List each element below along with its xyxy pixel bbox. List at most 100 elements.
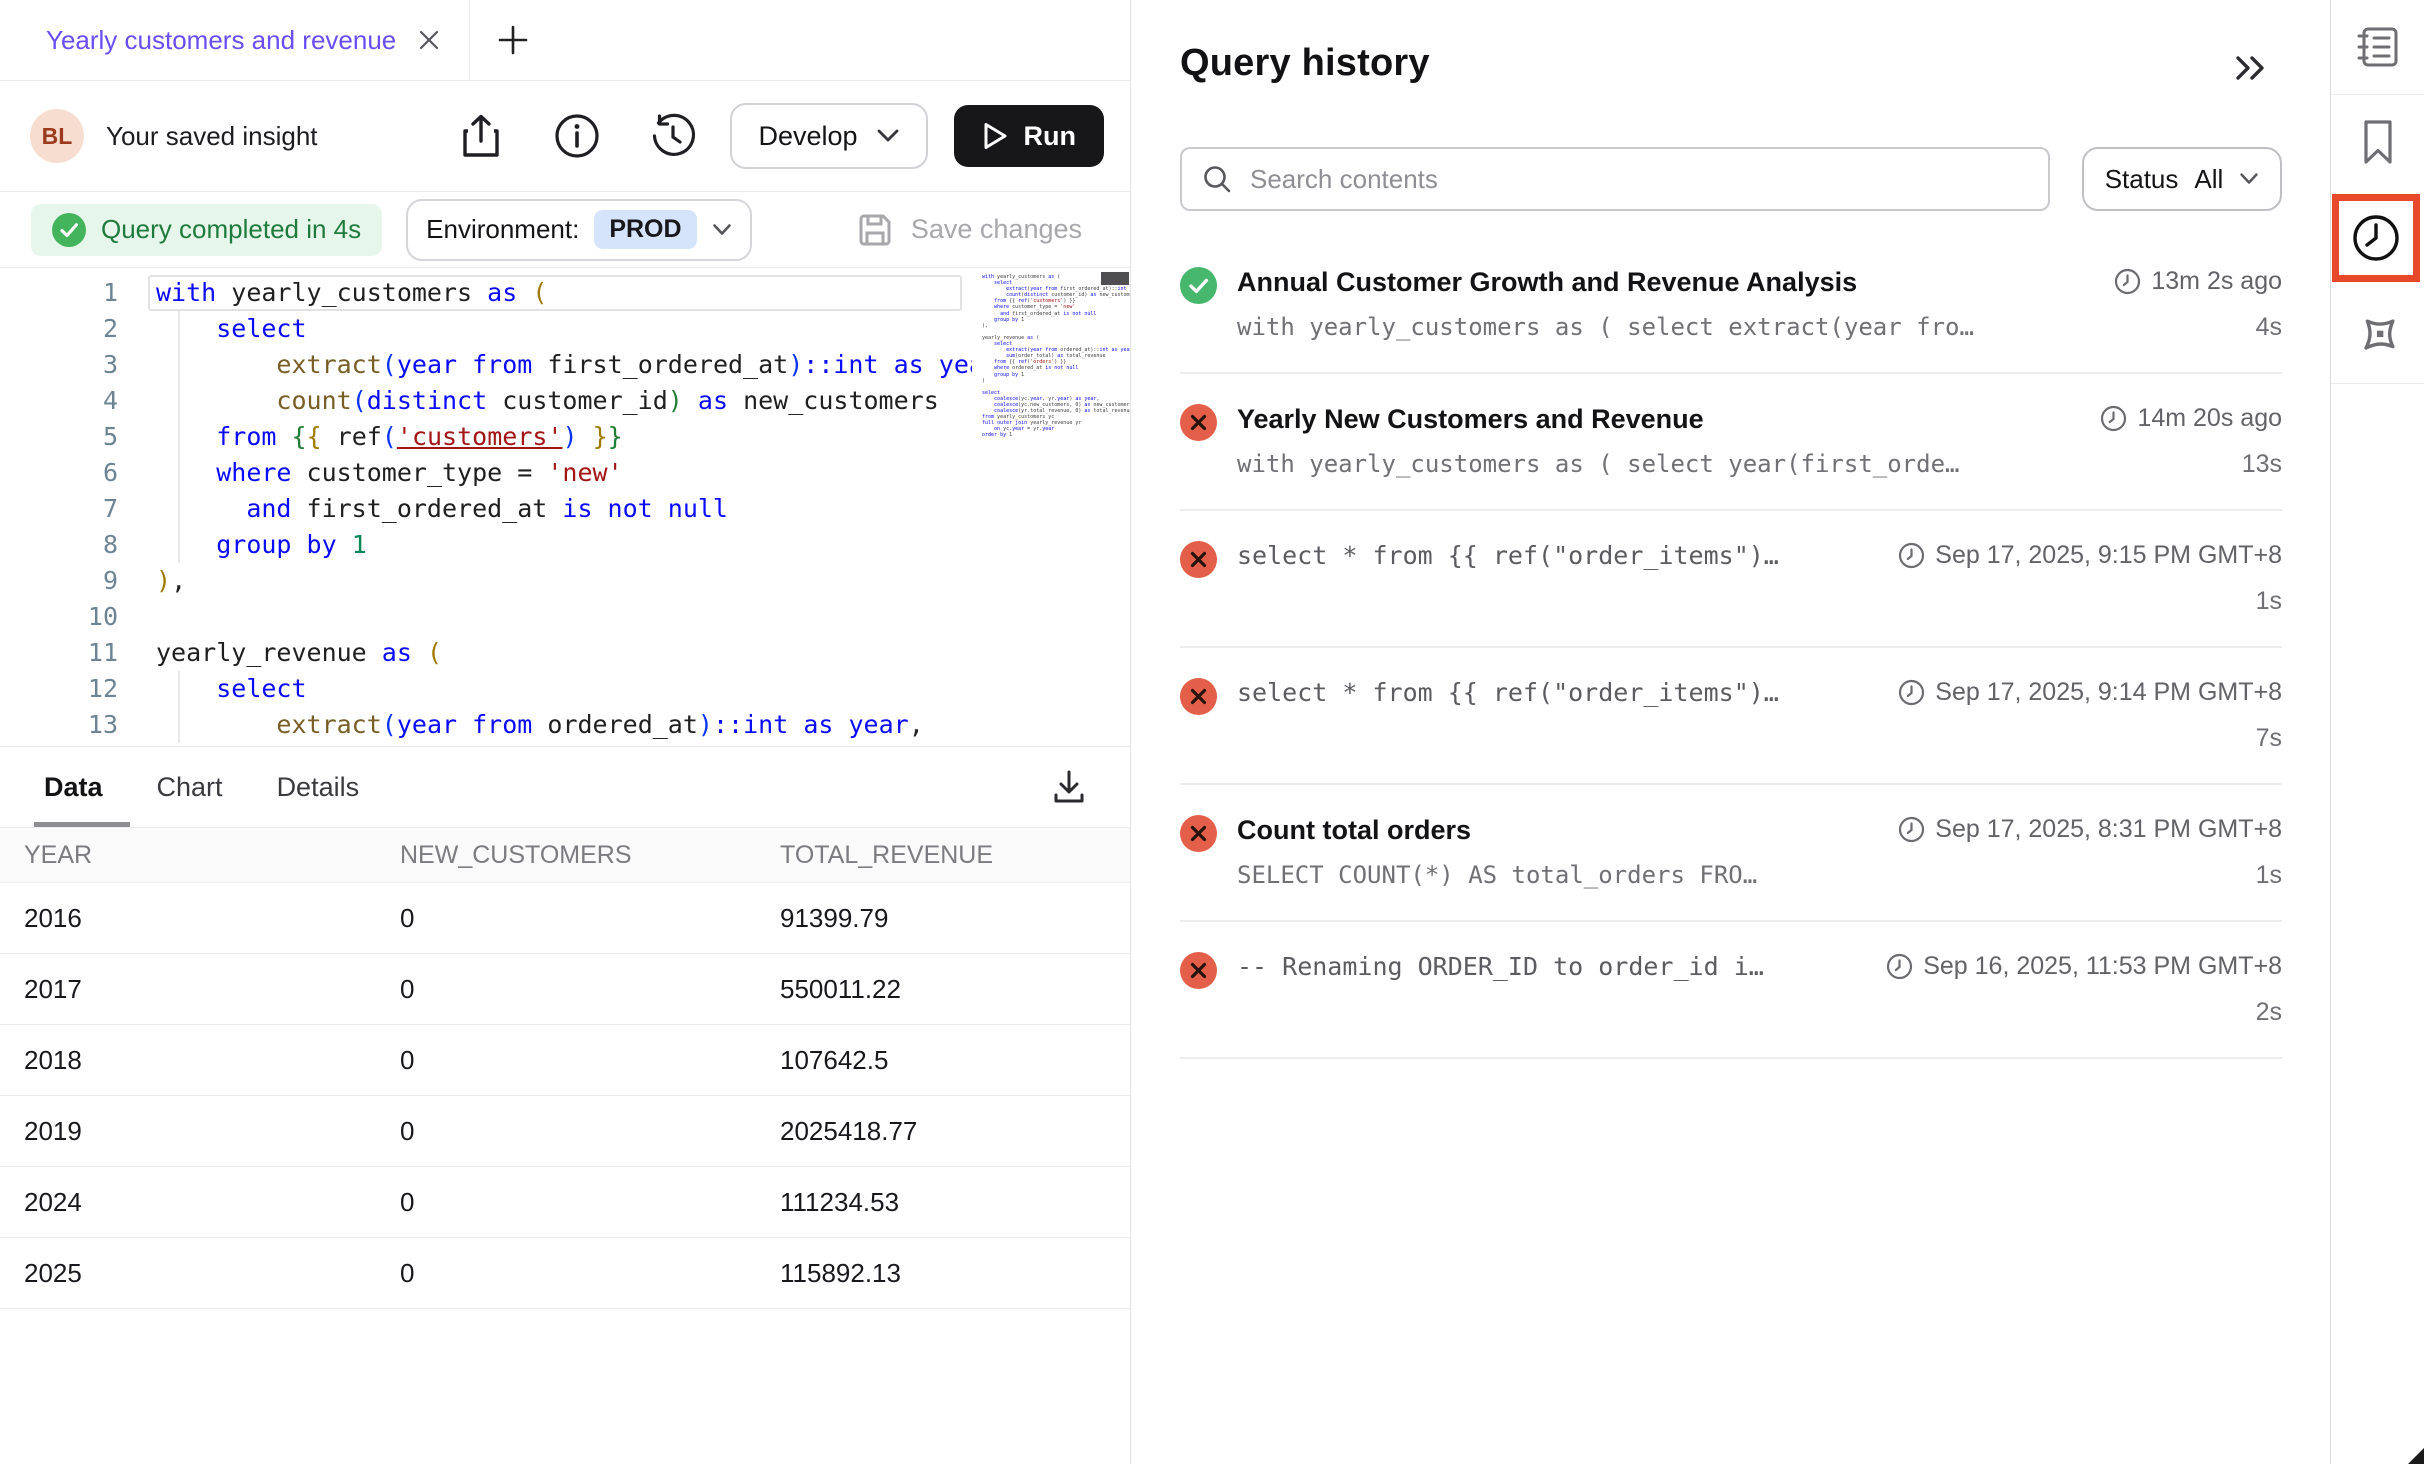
column-header: YEAR [24,841,400,870]
version-history-icon[interactable] [650,113,696,159]
code-line: 12 select [0,671,1130,707]
save-changes-label: Save changes [911,214,1082,245]
table-cell: 0 [400,1045,780,1076]
table-cell: 2019 [24,1116,400,1147]
history-item-duration: 13s [2242,449,2282,479]
develop-button[interactable]: Develop [730,103,927,169]
line-number: 4 [0,383,118,419]
history-item-sql-preview: with yearly_customers as ( select year(f… [1237,449,2080,479]
chevron-down-icon [876,128,900,144]
query-history-title: Query history [1180,42,1430,85]
clock-icon [2114,268,2141,295]
table-cell: 0 [400,1258,780,1289]
status-filter-dropdown[interactable]: Status All [2082,147,2282,211]
chevron-down-icon [2239,172,2259,186]
editor-minimap[interactable]: with yearly_customers as ( select extrac… [972,268,1129,746]
history-item-duration: 4s [2256,312,2282,342]
table-cell: 111234.53 [780,1187,1106,1218]
tab-yearly-customers-and-revenue[interactable]: Yearly customers and revenue [0,0,470,80]
table-row: 20170550011.22 [0,954,1130,1025]
results-table-header: YEARNEW_CUSTOMERSTOTAL_REVENUE [0,827,1130,883]
dbt-models-sidebar-button[interactable] [2331,289,2424,383]
table-cell: 550011.22 [780,974,1106,1005]
history-item[interactable]: select * from {{ ref("order_items")…Sep … [1180,511,2282,648]
notebook-sidebar-button[interactable] [2331,0,2424,95]
history-search-input[interactable] [1248,163,2028,196]
table-cell: 2025 [24,1258,400,1289]
line-number: 10 [0,599,118,635]
history-item-title: select * from {{ ref("order_items")… [1237,676,1878,710]
line-number: 5 [0,419,118,455]
query-history-list: Annual Customer Growth and Revenue Analy… [1180,237,2282,1059]
table-cell: 115892.13 [780,1258,1106,1289]
environment-selector[interactable]: Environment: PROD [406,199,751,261]
column-header: NEW_CUSTOMERS [400,841,780,870]
history-item[interactable]: Count total ordersSELECT COUNT(*) AS tot… [1180,785,2282,922]
clock-icon [1898,679,1925,706]
code-line: 11yearly_revenue as ( [0,635,1130,671]
line-number: 3 [0,347,118,383]
line-number: 11 [0,635,118,671]
history-item-time: 13m 2s ago [2114,265,2282,297]
history-item-duration: 1s [2256,586,2282,616]
table-row: 20180107642.5 [0,1025,1130,1096]
query-status-badge: Query completed in 4s [31,204,382,256]
collapse-panel-icon[interactable] [2232,54,2270,82]
history-item-title: -- Renaming ORDER_ID to order_id i… [1237,950,1866,984]
sql-code-editor[interactable]: 1with yearly_customers as (2 select3 ext… [0,267,1130,747]
results-tab-bar: Data Chart Details [0,747,1130,827]
column-header: TOTAL_REVENUE [780,841,1106,870]
error-status-icon [1180,815,1217,890]
code-line: 4 count(distinct customer_id) as new_cus… [0,383,1130,419]
download-icon[interactable] [1052,769,1086,805]
code-line: 5 from {{ ref('customers') }} [0,419,1130,455]
history-item[interactable]: Annual Customer Growth and Revenue Analy… [1180,237,2282,374]
table-cell: 0 [400,903,780,934]
table-row: 201902025418.77 [0,1096,1130,1167]
table-cell: 0 [400,1116,780,1147]
avatar[interactable]: BL [30,109,84,163]
history-item-time: Sep 17, 2025, 8:31 PM GMT+8 [1898,813,2282,845]
new-tab-button[interactable] [496,23,530,57]
chevron-down-icon [712,223,732,237]
editor-scrollbar[interactable] [1101,272,1129,285]
history-search-box[interactable] [1180,147,2050,211]
line-number: 1 [0,275,118,311]
results-tab-data[interactable]: Data [44,772,103,803]
share-icon[interactable] [458,113,504,159]
history-item[interactable]: Yearly New Customers and Revenuewith yea… [1180,374,2282,511]
close-tab-icon[interactable] [416,27,442,53]
status-filter-label: Status [2105,164,2179,195]
error-status-icon [1180,952,1217,1027]
right-tool-strip [2330,0,2424,1464]
play-icon [982,121,1008,151]
history-item[interactable]: -- Renaming ORDER_ID to order_id i…Sep 1… [1180,922,2282,1059]
error-status-icon [1180,678,1217,753]
results-tab-details[interactable]: Details [277,772,360,803]
history-item-title: select * from {{ ref("order_items")… [1237,539,1878,573]
table-cell: 2018 [24,1045,400,1076]
query-history-sidebar-button-selected[interactable] [2332,194,2420,282]
save-icon [856,211,894,249]
error-status-icon [1180,404,1217,479]
table-cell: 0 [400,974,780,1005]
table-cell: 107642.5 [780,1045,1106,1076]
query-status-bar: Query completed in 4s Environment: PROD … [0,192,1130,267]
info-icon[interactable] [554,113,600,159]
history-item[interactable]: select * from {{ ref("order_items")…Sep … [1180,648,2282,785]
run-button[interactable]: Run [954,105,1104,167]
table-cell: 2017 [24,974,400,1005]
develop-label: Develop [758,121,857,152]
table-cell: 2024 [24,1187,400,1218]
query-history-panel: Query history Status All Annual Customer… [1132,0,2330,1464]
save-changes-button[interactable]: Save changes [856,211,1082,249]
table-row: 20250115892.13 [0,1238,1130,1309]
status-filter-value: All [2194,164,2223,195]
code-line: 3 extract(year from first_ordered_at)::i… [0,347,1130,383]
dbt-pinwheel-icon [2341,299,2415,373]
table-cell: 91399.79 [780,903,1106,934]
code-line: 6 where customer_type = 'new' [0,455,1130,491]
bookmarks-sidebar-button[interactable] [2331,95,2424,189]
results-tab-chart[interactable]: Chart [157,772,223,803]
code-line: 10 [0,599,1130,635]
